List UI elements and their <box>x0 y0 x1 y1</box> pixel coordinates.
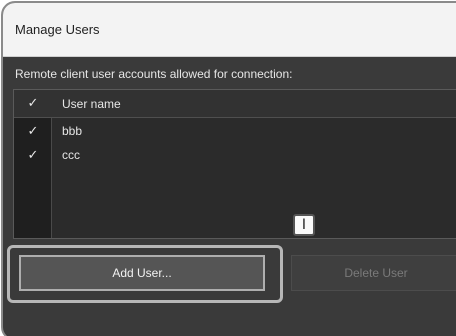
column-header-user-name[interactable]: User name <box>62 97 121 111</box>
add-user-button[interactable]: Add User... <box>19 255 265 291</box>
list-item[interactable]: ✓ ccc <box>14 144 456 168</box>
checkmark-icon: ✓ <box>27 123 39 138</box>
select-all-checkbox[interactable]: ✓ <box>26 96 40 110</box>
list-item[interactable]: ✓ bbb <box>14 120 456 144</box>
delete-user-button[interactable]: Delete User <box>291 255 456 291</box>
users-list[interactable]: ✓ User name ✓ bbb ✓ ccc <box>13 89 456 239</box>
checkmark-icon: ✓ <box>27 147 39 162</box>
user-checkbox[interactable]: ✓ <box>26 148 40 162</box>
user-checkbox[interactable]: ✓ <box>26 124 40 138</box>
manage-users-window: Manage Users Remote client user accounts… <box>1 1 456 336</box>
user-accounts-prompt: Remote client user accounts allowed for … <box>15 67 293 81</box>
user-name: ccc <box>62 148 80 162</box>
checkmark-icon: ✓ <box>27 95 39 110</box>
list-header: ✓ User name <box>14 90 456 118</box>
title-bar: Manage Users <box>3 3 456 57</box>
window-title: Manage Users <box>15 22 100 37</box>
user-name: bbb <box>62 124 83 138</box>
callout-marker: I <box>293 214 315 236</box>
